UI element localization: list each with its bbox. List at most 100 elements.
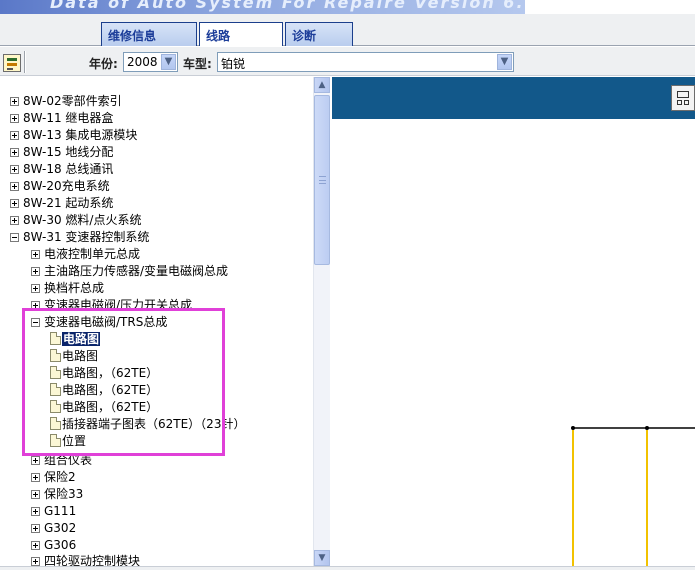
tree-leaf[interactable]: 电路图，（62TE） (50, 399, 158, 416)
expand-icon[interactable] (31, 301, 40, 310)
tree-leaf-label: 电路图，（62TE） (62, 383, 159, 397)
tree-leaf-label: 位置 (62, 434, 87, 448)
expand-icon[interactable] (31, 490, 40, 499)
chevron-down-icon[interactable]: ▼ (161, 54, 176, 70)
tree-node[interactable]: G302 (31, 520, 76, 537)
expand-icon[interactable] (31, 557, 40, 566)
banner-blank (525, 0, 695, 14)
title-banner: Data of Auto System For Repaire Version … (0, 0, 525, 14)
tree-node-label: 变速器电磁阀/压力开关总成 (44, 298, 193, 312)
tree-node[interactable]: 组合仪表 (31, 452, 92, 469)
year-value: 2008 (127, 55, 158, 69)
expand-icon[interactable] (31, 524, 40, 533)
tree-node[interactable]: 8W-30 燃料/点火系统 (10, 212, 141, 229)
tree-leaf-label: 插接器端子图表（62TE）（23针） (62, 417, 246, 431)
expand-icon[interactable] (31, 473, 40, 482)
expand-icon[interactable] (31, 507, 40, 516)
tree-leaf-selected[interactable]: 电路图 (50, 331, 101, 348)
document-icon (50, 383, 61, 396)
tab-wiring[interactable]: 线路 (199, 22, 283, 46)
tree-node-label: 8W-31 变速器控制系统 (23, 230, 150, 244)
tree-node-expanded[interactable]: 8W-31 变速器控制系统 (10, 229, 149, 246)
status-strip (0, 566, 695, 570)
expand-icon[interactable] (10, 199, 19, 208)
expand-icon[interactable] (31, 250, 40, 259)
expand-icon[interactable] (10, 216, 19, 225)
tree-node[interactable]: 保险2 (31, 469, 76, 486)
diagram-viewer (332, 77, 695, 566)
expand-icon[interactable] (31, 456, 40, 465)
wire-node (645, 426, 649, 430)
expand-icon[interactable] (10, 148, 19, 157)
tree-node[interactable]: G111 (31, 503, 76, 520)
tree-node[interactable]: 8W-18 总线通讯 (10, 161, 113, 178)
model-value: 铂锐 (221, 57, 246, 71)
collapse-icon[interactable] (10, 233, 19, 242)
tree-node[interactable]: 保险33 (31, 486, 83, 503)
year-label: 年份: (89, 57, 118, 71)
tree-node[interactable]: 8W-11 继电器盒 (10, 110, 113, 127)
tree-node-label: 8W-21 起动系统 (23, 196, 114, 210)
expand-icon[interactable] (10, 131, 19, 140)
tab-bar: 维修信息 线路 诊断 (0, 14, 695, 46)
tree-toggle-icon[interactable] (3, 54, 21, 72)
expand-icon[interactable] (10, 97, 19, 106)
tree-node-label: 8W-13 集成电源模块 (23, 128, 138, 142)
expand-icon[interactable] (31, 267, 40, 276)
tree-leaf-label: 电路图，（62TE） (62, 400, 159, 414)
tree-node-label: G111 (44, 504, 77, 518)
tree-node[interactable]: 换档杆总成 (31, 280, 104, 297)
tree-node-label: 8W-02零部件索引 (23, 94, 122, 108)
expand-icon[interactable] (31, 284, 40, 293)
tree-scrollbar[interactable]: ▲ ▼ (313, 77, 330, 566)
tree-leaf-label: 电路图 (62, 332, 101, 346)
tree-node[interactable]: 变速器电磁阀/压力开关总成 (31, 297, 192, 314)
tree-node-label: 电液控制单元总成 (44, 247, 141, 261)
scrollbar-thumb[interactable] (314, 95, 330, 265)
tree-node[interactable]: 8W-15 地线分配 (10, 144, 113, 161)
document-icon (50, 434, 61, 447)
tree-node-label: G306 (44, 538, 77, 552)
collapse-icon[interactable] (31, 318, 40, 327)
tree-leaf[interactable]: 插接器端子图表（62TE）（23针） (50, 416, 245, 433)
model-label: 车型: (183, 57, 212, 71)
document-icon (50, 400, 61, 413)
tree-node-label: 四轮驱动控制模块 (44, 554, 141, 566)
chevron-down-icon[interactable]: ▼ (497, 54, 512, 70)
tree-node[interactable]: G306 (31, 537, 76, 554)
scroll-up-icon[interactable]: ▲ (314, 77, 330, 93)
tree-leaf[interactable]: 电路图 (50, 348, 98, 365)
year-select[interactable]: 2008 ▼ (123, 52, 178, 72)
expand-icon[interactable] (10, 165, 19, 174)
document-icon (50, 417, 61, 430)
tree-leaf[interactable]: 电路图，（62TE） (50, 382, 158, 399)
tab-label: 维修信息 (108, 29, 157, 43)
tree-node-label: 8W-11 继电器盒 (23, 111, 114, 125)
tree-node-label: 8W-30 燃料/点火系统 (23, 213, 142, 227)
tab-diagnosis[interactable]: 诊断 (285, 22, 353, 46)
tree-node-label: 变速器电磁阀/TRS总成 (44, 315, 168, 329)
expand-icon[interactable] (10, 182, 19, 191)
tree-leaf[interactable]: 位置 (50, 433, 86, 450)
expand-icon[interactable] (31, 541, 40, 550)
tree-leaf[interactable]: 电路图，（62TE） (50, 365, 158, 382)
tree-node-label: 保险2 (44, 470, 76, 484)
tree-node[interactable]: 8W-13 集成电源模块 (10, 127, 137, 144)
tree-node[interactable]: 8W-02零部件索引 (10, 93, 122, 110)
tab-repair-info[interactable]: 维修信息 (101, 22, 197, 46)
document-icon (50, 349, 61, 362)
tree-node-label: 保险33 (44, 487, 84, 501)
tree-node[interactable]: 8W-21 起动系统 (10, 195, 113, 212)
scroll-down-icon[interactable]: ▼ (314, 550, 330, 566)
tree-node[interactable]: 电液控制单元总成 (31, 246, 140, 263)
tree-node[interactable]: 四轮驱动控制模块 (31, 553, 140, 566)
tree-node[interactable]: 主油路压力传感器/变量电磁阀总成 (31, 263, 228, 280)
tree-leaf-label: 电路图，（62TE） (62, 366, 159, 380)
model-select[interactable]: 铂锐 ▼ (217, 52, 514, 72)
tree-node[interactable]: 8W-20充电系统 (10, 178, 110, 195)
tree-node-label: 组合仪表 (44, 453, 93, 467)
app-title: Data of Auto System For Repaire Version … (50, 0, 525, 12)
expand-icon[interactable] (10, 114, 19, 123)
tree-node-expanded[interactable]: 变速器电磁阀/TRS总成 (31, 314, 167, 331)
wiring-diagram-canvas (571, 426, 695, 566)
